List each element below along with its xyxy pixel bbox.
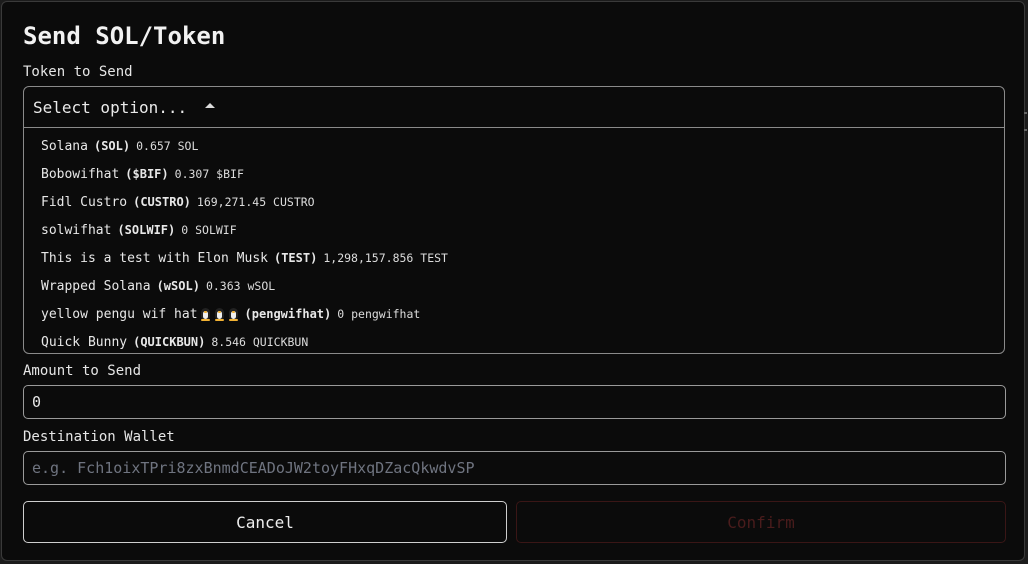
destination-label: Destination Wallet xyxy=(23,429,175,445)
background-edge-marks xyxy=(1024,112,1028,152)
token-option-quickbun[interactable]: Quick Bunny (QUICKBUN) 8.546 QUICKBUN xyxy=(24,328,1004,353)
option-symbol: (CUSTRO) xyxy=(133,195,191,209)
option-name: Fidl Custro xyxy=(41,194,128,210)
option-symbol: (SOLWIF) xyxy=(117,223,176,237)
option-balance: 0.307 $BIF xyxy=(174,167,244,181)
option-name: yellow pengu wif hat xyxy=(41,306,198,322)
penguin-icon xyxy=(200,307,211,321)
token-option-list: Solana (SOL) 0.657 SOL Bobowifhat ($BIF)… xyxy=(24,128,1004,353)
option-name: Bobowifhat xyxy=(41,166,120,182)
send-token-dialog: Send SOL/Token Token to Send Select opti… xyxy=(1,1,1025,561)
option-symbol: ($BIF) xyxy=(125,167,169,181)
option-balance: 1,298,157.856 TEST xyxy=(323,251,448,265)
option-name: solwifhat xyxy=(41,222,112,238)
option-balance: 0.363 wSOL xyxy=(205,279,276,293)
option-symbol: (wSOL) xyxy=(156,279,200,293)
token-select-trigger[interactable]: Select option... xyxy=(24,87,1004,128)
option-name: Wrapped Solana xyxy=(41,278,151,294)
token-option-test[interactable]: This is a test with Elon Musk (TEST) 1,2… xyxy=(24,244,1004,272)
option-name: This is a test with Elon Musk xyxy=(41,250,268,266)
amount-label: Amount to Send xyxy=(23,363,142,379)
option-balance: 0 SOLWIF xyxy=(181,223,237,237)
select-placeholder: Select option... xyxy=(33,97,188,117)
cancel-button[interactable]: Cancel xyxy=(23,501,507,543)
dialog-title: Send SOL/Token xyxy=(23,22,226,50)
amount-input[interactable] xyxy=(23,385,1006,419)
option-symbol: (pengwifhat) xyxy=(244,307,332,321)
destination-wallet-input[interactable] xyxy=(23,451,1006,485)
caret-up-icon xyxy=(205,102,216,108)
option-symbol: (SOL) xyxy=(93,139,131,153)
token-option-solwif[interactable]: solwifhat (SOLWIF) 0 SOLWIF xyxy=(24,216,1004,244)
option-balance: 169,271.45 CUSTRO xyxy=(196,195,315,209)
option-balance: 0 pengwifhat xyxy=(337,307,421,321)
penguin-emoji-group xyxy=(200,307,239,321)
confirm-button[interactable]: Confirm xyxy=(516,501,1006,543)
token-option-wsol[interactable]: Wrapped Solana (wSOL) 0.363 wSOL xyxy=(24,272,1004,300)
option-name: Quick Bunny xyxy=(41,334,128,350)
option-balance: 8.546 QUICKBUN xyxy=(211,335,309,349)
penguin-icon xyxy=(214,307,225,321)
token-option-sol[interactable]: Solana (SOL) 0.657 SOL xyxy=(24,132,1004,160)
token-select[interactable]: Select option... Solana (SOL) 0.657 SOL … xyxy=(23,86,1005,354)
option-symbol: (QUICKBUN) xyxy=(133,335,206,349)
token-option-custro[interactable]: Fidl Custro (CUSTRO) 169,271.45 CUSTRO xyxy=(24,188,1004,216)
option-symbol: (TEST) xyxy=(273,251,318,265)
option-name: Solana xyxy=(41,138,88,154)
penguin-icon xyxy=(228,307,239,321)
token-option-bif[interactable]: Bobowifhat ($BIF) 0.307 $BIF xyxy=(24,160,1004,188)
option-balance: 0.657 SOL xyxy=(136,139,199,153)
token-label: Token to Send xyxy=(23,64,133,80)
token-option-pengwifhat[interactable]: yellow pengu wif hat (pengwifhat) 0 peng… xyxy=(24,300,1004,328)
